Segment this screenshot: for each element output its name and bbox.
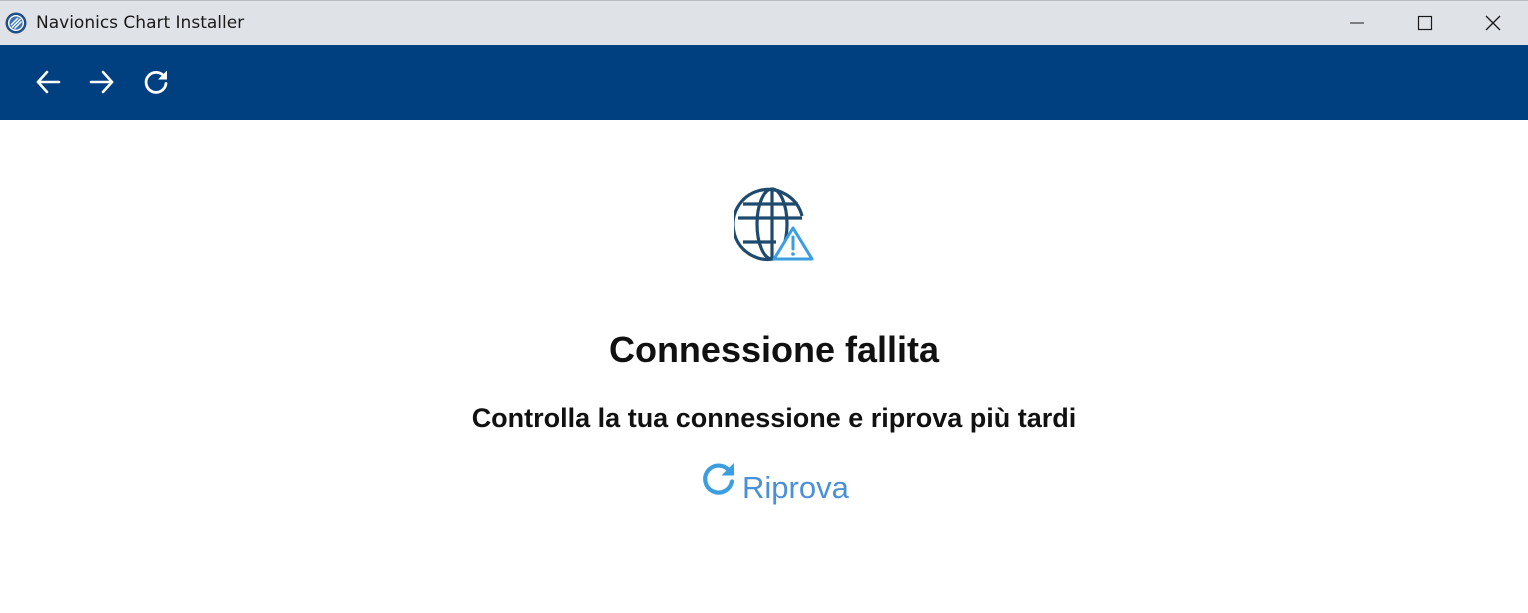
forward-button[interactable] [85, 65, 119, 99]
refresh-icon [703, 463, 735, 495]
title-bar: Navionics Chart Installer [0, 0, 1528, 45]
error-message: Controlla la tua connessione e riprova p… [471, 403, 1077, 433]
back-button[interactable] [31, 65, 65, 99]
navionics-logo-icon [5, 12, 27, 34]
close-button[interactable] [1460, 1, 1526, 45]
navigation-toolbar [0, 45, 1528, 120]
minimize-button[interactable] [1324, 1, 1390, 45]
error-panel: Connessione fallita Controlla la tua con… [0, 120, 1528, 613]
app-window: Navionics Chart Installer Connessione fa… [0, 0, 1528, 613]
maximize-button[interactable] [1392, 1, 1458, 45]
window-title: Navionics Chart Installer [36, 13, 245, 33]
arrow-right-icon [89, 70, 114, 94]
retry-label: Riprova [742, 470, 849, 505]
reload-button[interactable] [139, 65, 173, 99]
reload-icon [144, 70, 168, 94]
globe-warning-icon [734, 187, 814, 262]
maximize-icon [1417, 15, 1433, 31]
error-title: Connessione fallita [608, 329, 940, 370]
arrow-left-icon [36, 70, 61, 94]
close-icon [1485, 15, 1501, 31]
retry-button[interactable]: Riprova [701, 460, 849, 508]
minimize-icon [1350, 22, 1364, 24]
